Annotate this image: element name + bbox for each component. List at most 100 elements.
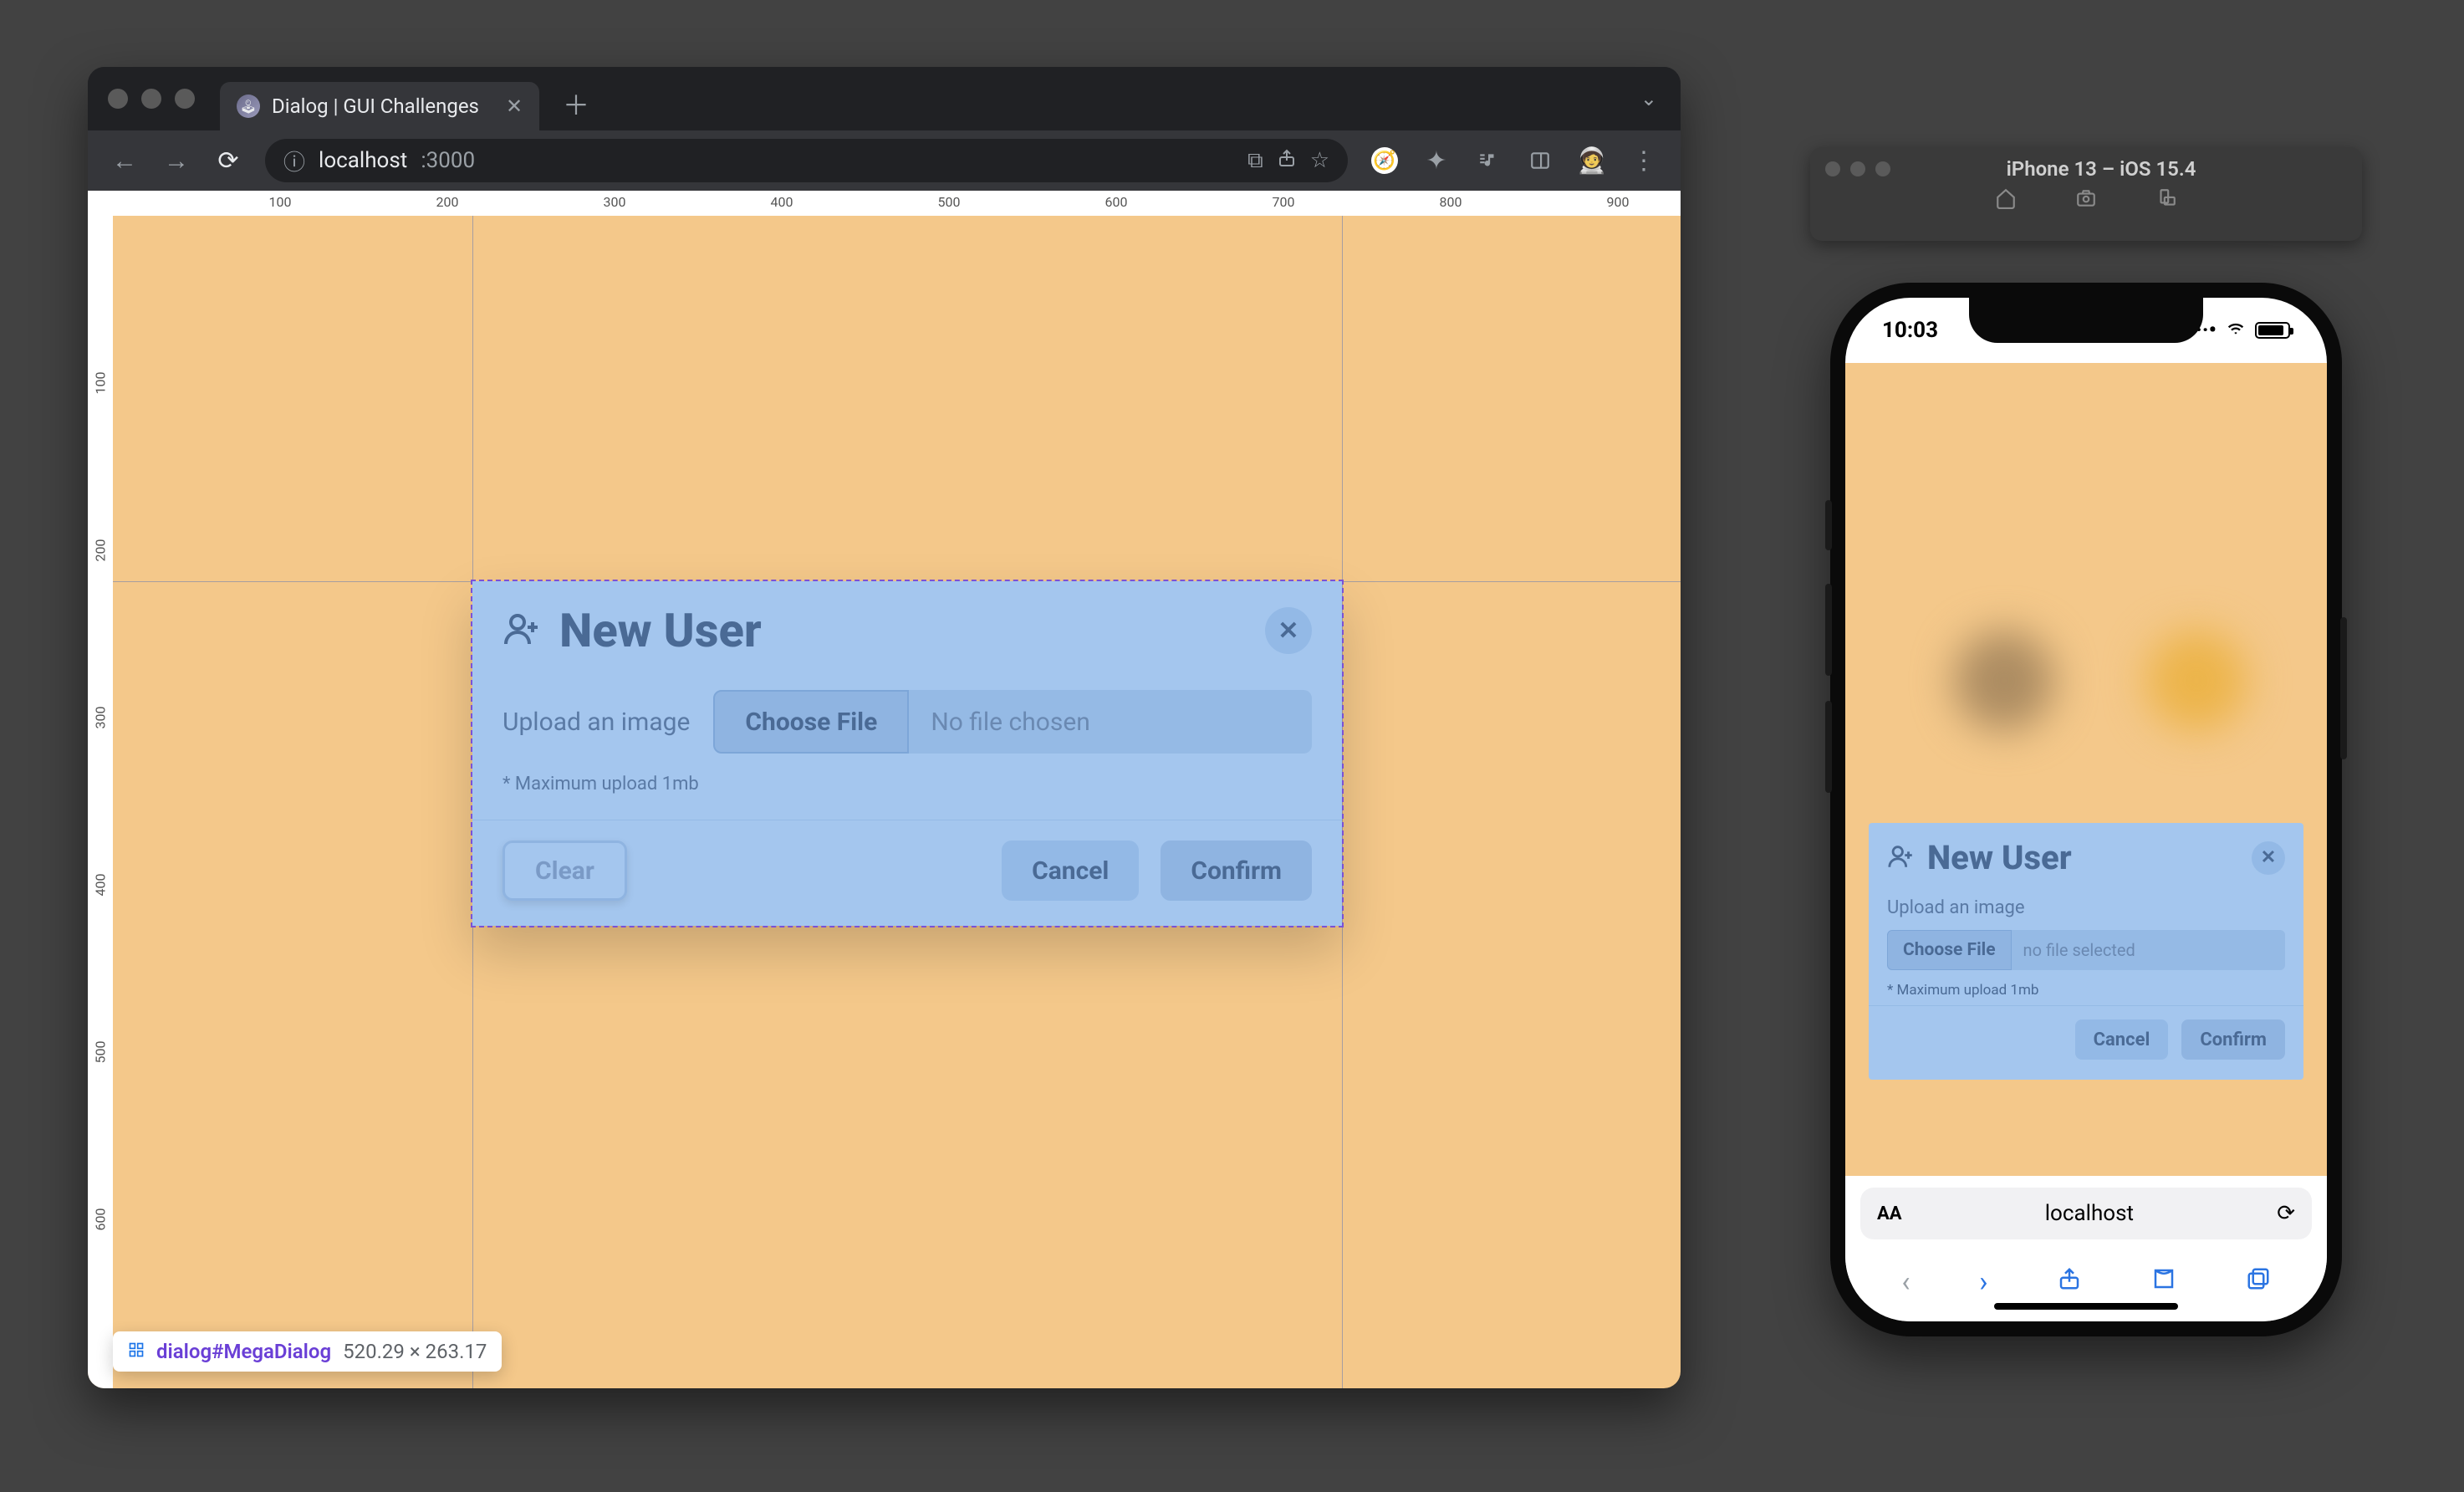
horizontal-ruler: 100 200 300 400 500 600 700 800 900 xyxy=(113,191,1681,216)
upload-label: Upload an image xyxy=(502,708,690,737)
media-icon[interactable] xyxy=(1465,137,1512,184)
ruler-tick: 700 xyxy=(1273,194,1295,210)
tab-title: Dialog | GUI Challenges xyxy=(272,95,479,118)
ruler-tick: 900 xyxy=(1607,194,1630,210)
confirm-button[interactable]: Confirm xyxy=(2181,1019,2285,1060)
grid-icon xyxy=(128,1341,145,1362)
kebab-menu-icon[interactable]: ⋮ xyxy=(1620,137,1667,184)
devtools-viewport: 100 200 300 400 500 600 700 800 900 100 … xyxy=(88,191,1681,1388)
upload-hint: * Maximum upload 1mb xyxy=(1887,982,2285,999)
notch xyxy=(1969,298,2203,343)
dialog-footer: Cancel Confirm xyxy=(1869,1005,2303,1076)
upload-hint: * Maximum upload 1mb xyxy=(502,769,1312,795)
dialog-header: New User ✕ xyxy=(1869,823,2303,892)
reload-icon[interactable]: ⟳ xyxy=(2277,1201,2295,1226)
reload-icon[interactable]: ⟳ xyxy=(205,137,252,184)
dialog-footer: Clear Cancel Confirm xyxy=(472,820,1342,926)
screenshot-icon[interactable] xyxy=(2075,187,2097,215)
url-host: localhost xyxy=(319,148,407,173)
minimize-icon[interactable] xyxy=(141,89,161,109)
rotate-icon[interactable] xyxy=(2155,187,2177,215)
file-name: No file chosen xyxy=(909,690,1312,754)
element-dims: 520.29 × 263.17 xyxy=(343,1340,487,1363)
page-canvas[interactable]: New User ✕ Upload an image Choose File N… xyxy=(113,216,1681,1388)
iphone-device: 10:03 ···• New User xyxy=(1830,283,2342,1336)
ruler-tick: 400 xyxy=(93,874,109,897)
blurred-avatar xyxy=(1954,631,2054,731)
dialog-title: New User xyxy=(559,603,762,658)
confirm-button[interactable]: Confirm xyxy=(1161,841,1312,901)
mute-switch[interactable] xyxy=(1825,500,1832,550)
profile-icon[interactable]: 🧑‍🚀 xyxy=(1569,137,1615,184)
choose-file-button[interactable]: Choose File xyxy=(1887,930,2012,970)
phone-screen: 10:03 ···• New User xyxy=(1845,298,2327,1321)
dialog-close-button[interactable]: ✕ xyxy=(1265,607,1312,654)
tab-close-icon[interactable]: ✕ xyxy=(506,95,523,118)
back-icon[interactable]: ‹ xyxy=(1901,1265,1910,1299)
dialog-close-button[interactable]: ✕ xyxy=(2252,841,2285,875)
home-icon[interactable] xyxy=(1995,187,2017,215)
ruler-tick: 600 xyxy=(1105,194,1128,210)
browser-tab[interactable]: 🕹 Dialog | GUI Challenges ✕ xyxy=(220,82,539,130)
safari-address-bar[interactable]: AA localhost ⟳ xyxy=(1860,1188,2312,1239)
back-icon[interactable]: ← xyxy=(101,137,148,184)
forward-icon[interactable]: → xyxy=(153,137,200,184)
share-icon[interactable] xyxy=(1277,148,1297,174)
extensions-icon[interactable]: ✦ xyxy=(1413,137,1460,184)
bookmark-icon[interactable]: ☆ xyxy=(1310,148,1329,173)
volume-up[interactable] xyxy=(1825,584,1832,676)
choose-file-button[interactable]: Choose File xyxy=(713,690,909,754)
upload-label: Upload an image xyxy=(1887,897,2285,918)
ruler-tick: 600 xyxy=(93,1208,109,1231)
url-host: localhost xyxy=(1912,1201,2268,1226)
file-name: no file selected xyxy=(2012,930,2285,970)
file-input[interactable]: Choose File no file selected xyxy=(1887,930,2285,970)
ruler-tick: 100 xyxy=(93,372,109,395)
file-input[interactable]: Choose File No file chosen xyxy=(713,690,1312,754)
new-tab-button[interactable]: ＋ xyxy=(563,84,589,123)
user-add-icon xyxy=(1887,842,1916,874)
ruler-tick: 400 xyxy=(771,194,793,210)
text-size-icon[interactable]: AA xyxy=(1877,1203,1902,1224)
dialog-title: New User xyxy=(1927,838,2072,877)
blurred-avatar xyxy=(2146,631,2247,731)
clear-button[interactable]: Clear xyxy=(502,841,627,901)
address-bar[interactable]: ⓘ localhost :3000 ⧉ ☆ xyxy=(265,139,1348,182)
ruler-tick: 200 xyxy=(93,539,109,562)
ruler-tick: 200 xyxy=(436,194,459,210)
element-tooltip: dialog#MegaDialog 520.29 × 263.17 xyxy=(113,1331,502,1372)
wifi-icon xyxy=(2225,318,2247,343)
window-controls[interactable] xyxy=(108,89,195,109)
volume-down[interactable] xyxy=(1825,701,1832,793)
cancel-button[interactable]: Cancel xyxy=(2075,1019,2169,1060)
cancel-button[interactable]: Cancel xyxy=(1002,841,1139,901)
close-icon[interactable] xyxy=(108,89,128,109)
favicon-icon: 🕹 xyxy=(237,95,260,118)
simulator-titlebar: iPhone 13 – iOS 15.4 xyxy=(1810,147,2362,241)
tab-strip: 🕹 Dialog | GUI Challenges ✕ ＋ ⌄ xyxy=(88,67,1681,130)
simulator-toolbar xyxy=(1825,187,2347,215)
ruler-tick: 300 xyxy=(604,194,626,210)
chevron-down-icon[interactable]: ⌄ xyxy=(1640,87,1657,110)
url-port: :3000 xyxy=(421,148,475,173)
site-info-icon[interactable]: ⓘ xyxy=(283,146,305,176)
maximize-icon[interactable] xyxy=(175,89,195,109)
extension-compass-icon[interactable]: 🧭 xyxy=(1361,137,1408,184)
share-icon[interactable] xyxy=(2057,1265,2082,1299)
power-button[interactable] xyxy=(2340,617,2347,759)
status-time: 10:03 xyxy=(1882,318,1938,343)
tabs-icon[interactable] xyxy=(2246,1265,2271,1299)
devtools-dock-icon[interactable] xyxy=(1517,137,1564,184)
ruler-tick: 500 xyxy=(93,1041,109,1064)
forward-icon[interactable]: › xyxy=(1979,1265,1987,1299)
safari-toolbar: ‹ › xyxy=(1845,1251,2327,1321)
upload-row: Upload an image Choose File No file chos… xyxy=(502,690,1312,754)
open-external-icon[interactable]: ⧉ xyxy=(1247,148,1263,174)
safari-page[interactable]: New User ✕ Upload an image Choose File n… xyxy=(1845,363,2327,1176)
chrome-window: 🕹 Dialog | GUI Challenges ✕ ＋ ⌄ ← → ⟳ ⓘ … xyxy=(88,67,1681,1388)
bookmarks-icon[interactable] xyxy=(2151,1265,2176,1299)
element-selector: dialog#MegaDialog xyxy=(156,1340,331,1363)
close-icon[interactable] xyxy=(1825,161,1840,176)
safari-chrome: AA localhost ⟳ ‹ › xyxy=(1845,1176,2327,1321)
home-indicator[interactable] xyxy=(1994,1303,2178,1310)
